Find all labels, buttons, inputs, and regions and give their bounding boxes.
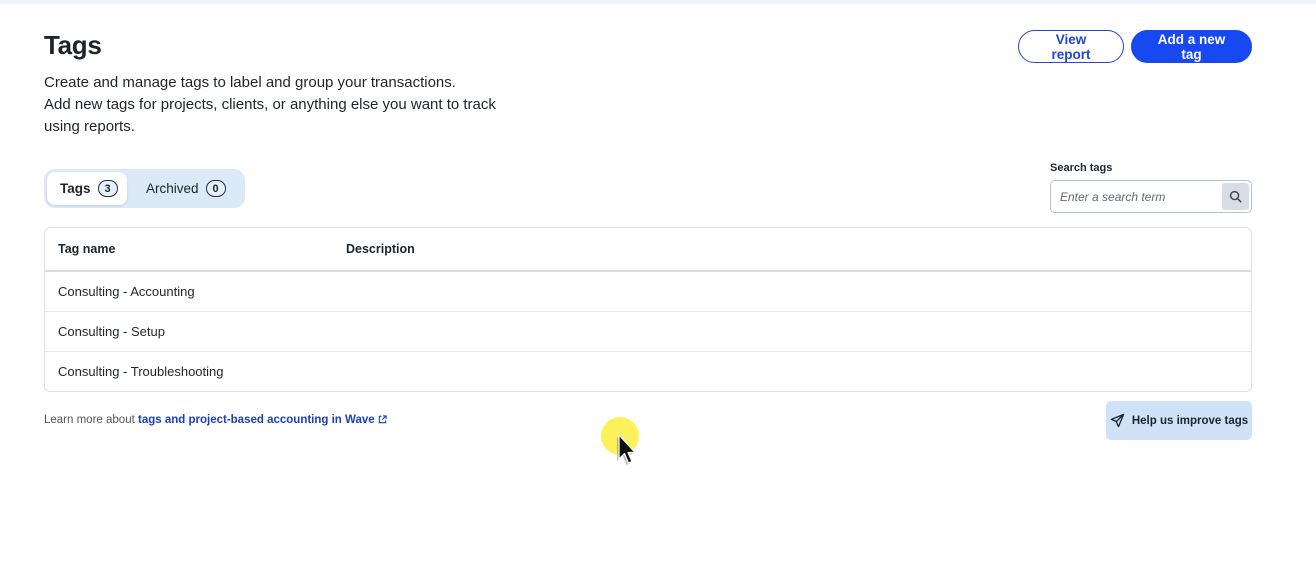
description-line: using reports.	[44, 118, 135, 135]
table-row[interactable]: Consulting - Setup	[45, 312, 1251, 352]
tab-tags[interactable]: Tags 3	[47, 172, 127, 205]
tags-table: Tag name Description Consulting - Accoun…	[44, 227, 1252, 392]
tab-label: Archived	[146, 181, 199, 196]
tag-status-tabs: Tags 3 Archived 0	[44, 169, 245, 208]
search-input[interactable]	[1051, 181, 1222, 212]
description-line: Add new tags for projects, clients, or a…	[44, 96, 496, 113]
search-button[interactable]	[1222, 183, 1249, 210]
table-row[interactable]: Consulting - Troubleshooting	[45, 352, 1251, 391]
tag-name-cell: Consulting - Setup	[58, 324, 165, 339]
description-line: Create and manage tags to label and grou…	[44, 74, 456, 91]
send-icon	[1110, 413, 1125, 428]
tab-label: Tags	[60, 181, 91, 196]
external-link-icon	[378, 415, 387, 424]
tab-archived[interactable]: Archived 0	[131, 172, 226, 205]
tag-name-cell: Consulting - Accounting	[58, 284, 195, 299]
search-box	[1050, 180, 1252, 213]
search-tags: Search tags	[1050, 162, 1252, 213]
page-title: Tags	[44, 30, 102, 60]
mouse-cursor-icon	[617, 434, 636, 465]
learn-more-link[interactable]: tags and project-based accounting in Wav…	[138, 414, 387, 426]
tag-name-cell: Consulting - Troubleshooting	[58, 364, 224, 379]
tab-count-badge: 3	[97, 180, 118, 197]
feedback-label: Help us improve tags	[1131, 414, 1249, 427]
column-header-tag-name: Tag name	[58, 242, 116, 256]
view-report-button[interactable]: View report	[1018, 30, 1124, 63]
page-description: Create and manage tags to label and grou…	[44, 72, 524, 138]
table-header: Tag name Description	[45, 228, 1251, 272]
column-header-description: Description	[346, 242, 415, 256]
search-icon	[1229, 190, 1242, 203]
add-new-tag-button[interactable]: Add a new tag	[1131, 30, 1252, 63]
search-label: Search tags	[1050, 162, 1113, 174]
learn-more-text: Learn more about tags and project-based …	[44, 414, 387, 426]
learn-more-link-label: tags and project-based accounting in Wav…	[138, 414, 375, 426]
learn-more-prefix: Learn more about	[44, 414, 135, 426]
table-row[interactable]: Consulting - Accounting	[45, 272, 1251, 312]
header-actions: View report Add a new tag	[1018, 30, 1252, 63]
tags-page: Tags Create and manage tags to label and…	[44, 0, 1252, 574]
help-improve-tags-button[interactable]: Help us improve tags	[1106, 401, 1252, 440]
tab-count-badge: 0	[205, 180, 226, 197]
